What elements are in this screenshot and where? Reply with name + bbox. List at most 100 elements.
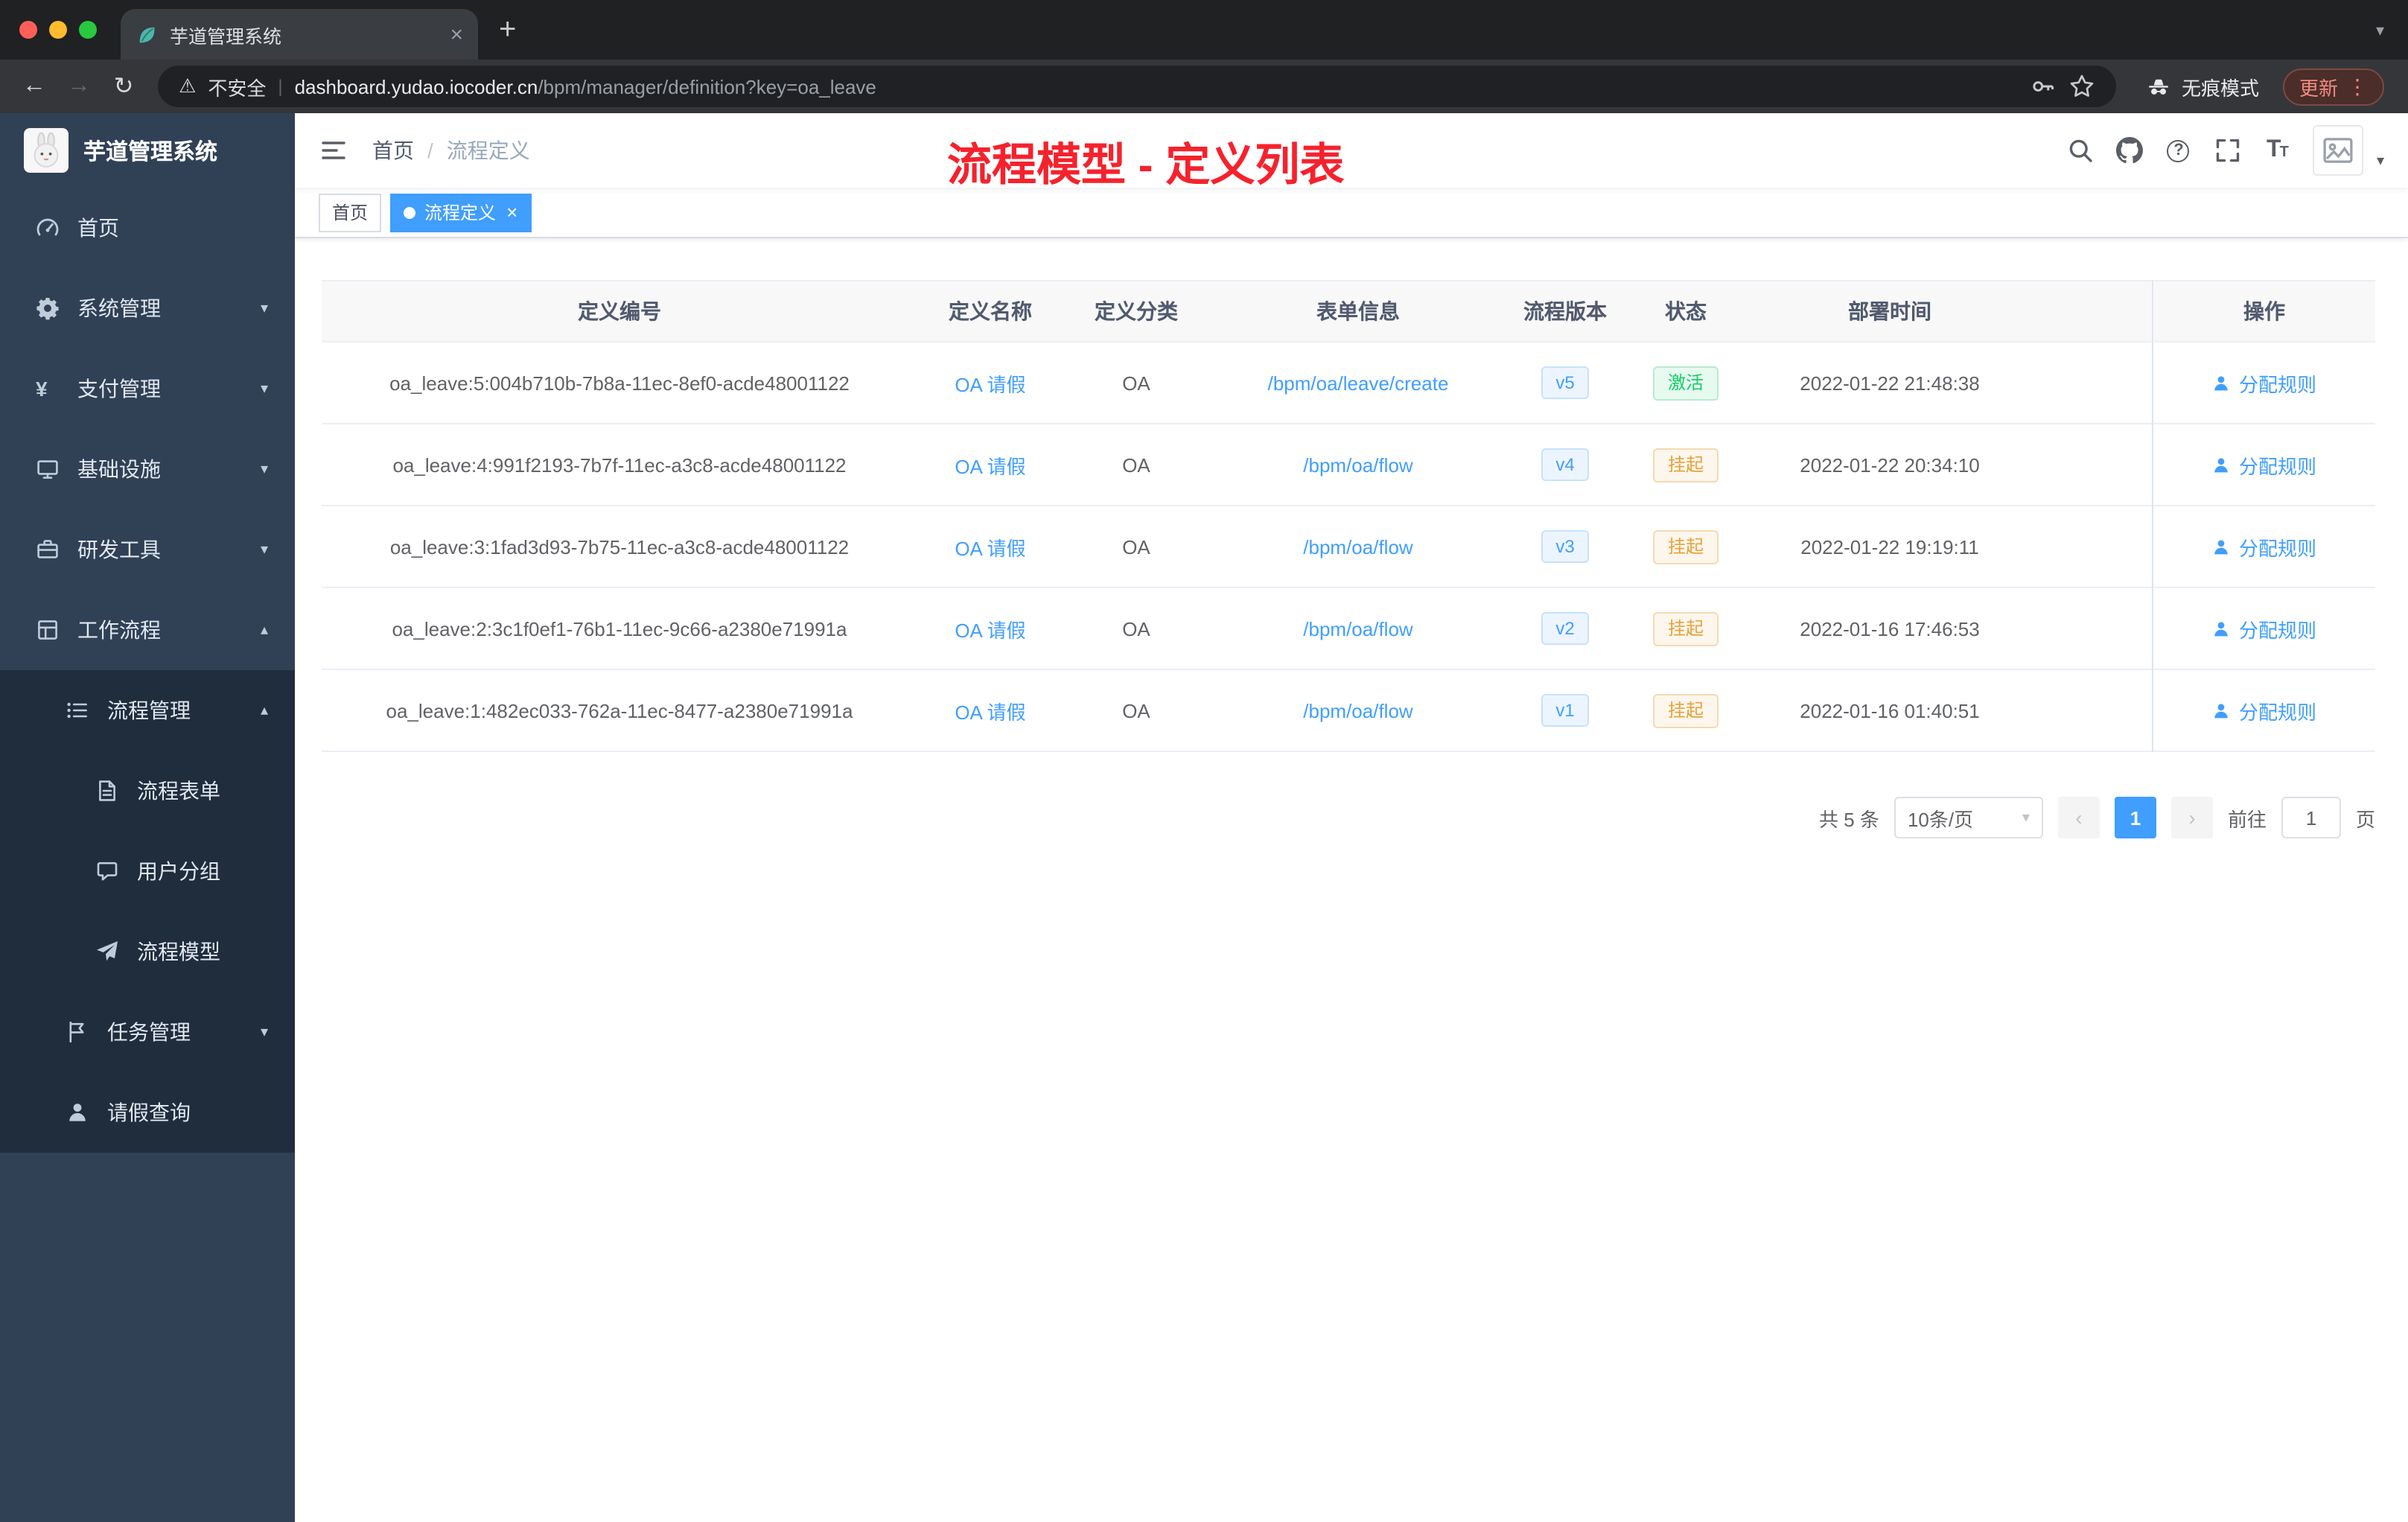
tab-search-chevron-icon[interactable]: ▾ (2376, 21, 2384, 40)
definition-name-link[interactable]: OA 请假 (955, 532, 1025, 561)
chat-icon (95, 859, 119, 883)
form-link[interactable]: /bpm/oa/leave/create (1268, 372, 1449, 394)
bookmark-star-icon[interactable] (2068, 73, 2095, 100)
sidebar-item-process-model[interactable]: 流程模型 (0, 911, 295, 992)
fullscreen-icon[interactable] (2214, 137, 2241, 164)
sidebar-item-label: 用户分组 (137, 859, 220, 883)
sidebar-item-infrastructure[interactable]: 基础设施 ▾ (0, 429, 295, 509)
column-header: 流程版本 (1523, 299, 1607, 323)
sidebar-item-dev-tools[interactable]: 研发工具 ▾ (0, 509, 295, 590)
table-row: oa_leave:1:482ec033-762a-11ec-8477-a2380… (322, 670, 2375, 752)
sidebar-item-workflow[interactable]: 工作流程 ▴ (0, 590, 295, 670)
table-body: oa_leave:5:004b710b-7b8a-11ec-8ef0-acde4… (322, 343, 2375, 752)
assign-rule-label: 分配规则 (2238, 537, 2316, 559)
grid-icon (36, 618, 60, 642)
page-number-button[interactable]: 1 (2114, 797, 2156, 838)
tags-view: 首页 流程定义 × (295, 188, 2408, 238)
window-minimize-button[interactable] (49, 21, 67, 39)
sidebar-item-label: 请假查询 (107, 1101, 191, 1124)
table-row: oa_leave:2:3c1f0ef1-76b1-11ec-9c66-a2380… (322, 588, 2375, 670)
app-logo[interactable]: 芋道管理系统 (0, 113, 295, 188)
definition-category: OA (1122, 535, 1150, 558)
reload-button[interactable]: ↻ (104, 71, 143, 101)
help-icon[interactable]: ? (2165, 137, 2192, 164)
sidebar-item-task-management[interactable]: 任务管理 ▾ (0, 992, 295, 1072)
font-size-icon[interactable]: TT (2264, 137, 2290, 164)
document-icon (95, 779, 119, 803)
assign-rule-link[interactable]: 分配规则 (2212, 450, 2316, 479)
forward-button[interactable]: → (60, 73, 98, 100)
form-link[interactable]: /bpm/oa/flow (1303, 453, 1412, 476)
browser-toolbar: ← → ↻ ⚠ 不安全 | dashboard.yudao.iocoder.cn… (0, 60, 2408, 113)
form-link[interactable]: /bpm/oa/flow (1303, 617, 1412, 640)
logo-image (24, 128, 69, 173)
next-page-button[interactable]: › (2170, 797, 2213, 838)
page-size-value: 10条/页 (1907, 808, 1974, 830)
assign-rule-label: 分配规则 (2238, 373, 2316, 395)
sidebar-item-process-form[interactable]: 流程表单 (0, 751, 295, 831)
pagination: 共 5 条 10条/页 ▾ ‹ 1 › 前往 1 页 (322, 797, 2375, 838)
sidebar-item-label: 首页 (77, 216, 119, 240)
tag-label: 流程定义 (424, 203, 497, 223)
definition-name-link[interactable]: OA 请假 (955, 614, 1025, 643)
flag-icon (66, 1020, 89, 1044)
fixed-column-divider (2152, 280, 2153, 752)
page-url: dashboard.yudao.iocoder.cn/bpm/manager/d… (295, 75, 876, 98)
sidebar-item-label: 基础设施 (77, 457, 161, 481)
jump-suffix: 页 (2355, 808, 2375, 830)
hamburger-icon[interactable] (319, 136, 348, 165)
deploy-time: 2022-01-22 20:34:10 (1800, 453, 1980, 476)
chevron-down-icon: ▾ (260, 541, 268, 558)
assign-rule-link[interactable]: 分配规则 (2212, 369, 2316, 397)
avatar-caret-icon[interactable]: ▾ (2377, 153, 2384, 176)
sidebar-item-system-management[interactable]: 系统管理 ▾ (0, 268, 295, 348)
security-label: 不安全 (208, 77, 267, 99)
form-link[interactable]: /bpm/oa/flow (1303, 535, 1412, 558)
page-size-select[interactable]: 10条/页 ▾ (1893, 797, 2043, 838)
chevron-down-icon: ▾ (260, 300, 268, 316)
back-button[interactable]: ← (15, 73, 54, 100)
sidebar-item-home[interactable]: 首页 (0, 188, 295, 268)
breadcrumb-home[interactable]: 首页 (372, 136, 414, 165)
search-icon[interactable] (2067, 137, 2094, 164)
version-tag: v1 (1541, 694, 1590, 727)
sidebar-item-leave-query[interactable]: 请假查询 (0, 1072, 295, 1153)
person-icon (2212, 537, 2232, 556)
sidebar-item-label: 流程模型 (137, 940, 220, 964)
window-close-button[interactable] (19, 21, 37, 39)
sidebar-item-user-group[interactable]: 用户分组 (0, 831, 295, 911)
address-bar[interactable]: ⚠ 不安全 | dashboard.yudao.iocoder.cn/bpm/m… (158, 66, 2116, 107)
tag-home[interactable]: 首页 (319, 193, 382, 232)
browser-tab[interactable]: 芋道管理系统 × (121, 9, 478, 60)
assign-rule-link[interactable]: 分配规则 (2212, 614, 2316, 643)
definition-name-link[interactable]: OA 请假 (955, 696, 1025, 725)
sidebar-item-process-management[interactable]: 流程管理 ▴ (0, 670, 295, 751)
tag-process-definition[interactable]: 流程定义 × (390, 193, 532, 232)
new-tab-button[interactable]: + (499, 15, 516, 45)
tag-close-icon[interactable]: × (506, 202, 517, 221)
tab-close-icon[interactable]: × (450, 22, 463, 47)
monitor-icon (36, 457, 60, 481)
assign-rule-link[interactable]: 分配规则 (2212, 532, 2316, 561)
definition-id: oa_leave:4:991f2193-7b7f-11ec-a3c8-acde4… (392, 453, 847, 476)
assign-rule-link[interactable]: 分配规则 (2212, 696, 2316, 725)
avatar[interactable] (2312, 125, 2363, 176)
table-row: oa_leave:5:004b710b-7b8a-11ec-8ef0-acde4… (322, 343, 2375, 424)
page-jump-input[interactable]: 1 (2281, 797, 2341, 838)
definition-name-link[interactable]: OA 请假 (955, 450, 1025, 479)
prev-page-button[interactable]: ‹ (2057, 797, 2100, 838)
sidebar-item-payment-management[interactable]: ¥ 支付管理 ▾ (0, 348, 295, 429)
omnibox-separator: | (278, 76, 283, 97)
app-title: 芋道管理系统 (83, 139, 218, 165)
definition-name-link[interactable]: OA 请假 (955, 369, 1025, 397)
window-zoom-button[interactable] (79, 21, 97, 39)
github-icon[interactable] (2115, 137, 2143, 164)
column-header: 定义编号 (578, 299, 661, 323)
browser-update-menu-button[interactable]: 更新 ⋮ (2282, 68, 2384, 105)
definitions-table: 定义编号 定义名称 定义分类 表单信息 流程版本 状态 部署时间 操作 oa_leave:5:… (322, 280, 2375, 752)
version-tag: v2 (1541, 612, 1590, 645)
key-icon[interactable] (2030, 73, 2057, 100)
form-link[interactable]: /bpm/oa/flow (1303, 699, 1412, 722)
definition-category: OA (1122, 372, 1150, 394)
sidebar-item-label: 流程表单 (137, 779, 220, 803)
